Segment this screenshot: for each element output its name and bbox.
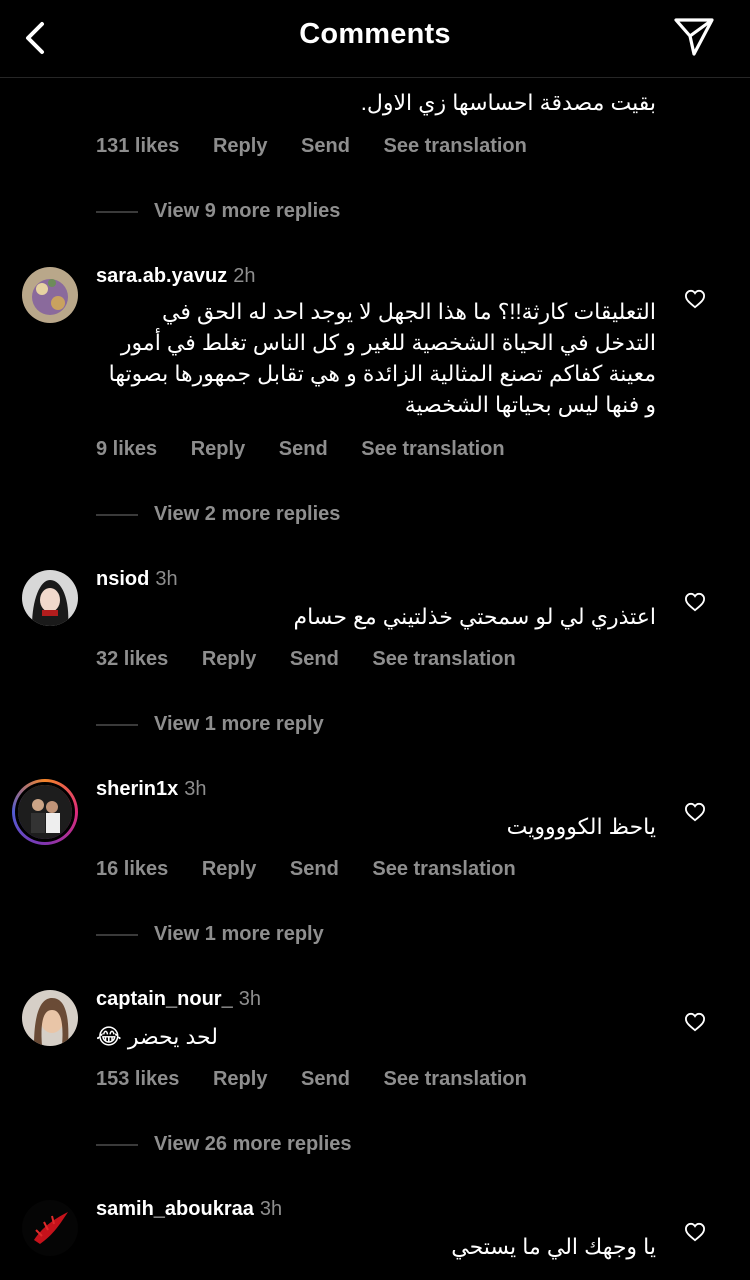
timestamp: 3h — [184, 778, 207, 800]
reply-button[interactable]: Reply — [213, 135, 267, 157]
likes-count[interactable]: 16 likes — [96, 858, 168, 880]
divider — [96, 513, 138, 516]
view-more-label: View 1 more reply — [154, 713, 324, 735]
avatar[interactable] — [22, 990, 78, 1046]
avatar — [15, 782, 75, 842]
reply-button[interactable]: Reply — [202, 648, 256, 670]
username[interactable]: samih_aboukraa — [96, 1198, 254, 1220]
timestamp: 3h — [259, 1198, 283, 1220]
see-translation-button[interactable]: See translation — [361, 438, 504, 460]
comment-actions: 16 likes Reply Send See translation — [96, 858, 544, 881]
comment-text: لحد يحضر 😂 — [96, 1024, 218, 1049]
page-title: Comments — [299, 18, 451, 50]
see-translation-button[interactable]: See translation — [383, 135, 526, 157]
avatar[interactable] — [22, 1200, 78, 1256]
divider — [96, 723, 138, 726]
timestamp: 2h — [233, 265, 256, 287]
heart-outline-icon[interactable] — [684, 802, 706, 822]
send-button[interactable]: Send — [279, 438, 328, 460]
heart-outline-icon[interactable] — [684, 592, 706, 612]
send-button[interactable]: Send — [301, 135, 350, 157]
send-button[interactable]: Send — [290, 858, 339, 880]
comment-header: sherin1x 3h — [96, 778, 207, 801]
comment-actions: 131 likes Reply Send See translation — [96, 135, 555, 158]
comment-header: sara.ab.yavuz 2h — [96, 265, 255, 288]
view-more-label: View 26 more replies — [154, 1133, 352, 1155]
comment-text: اعتذري لي لو سمحتي خذلتيني مع حسام — [293, 604, 656, 629]
likes-count[interactable]: 153 likes — [96, 1068, 179, 1090]
view-more-replies[interactable]: View 1 more reply — [96, 923, 324, 946]
view-more-replies[interactable]: View 9 more replies — [96, 200, 340, 223]
comment-header: captain_nour_ 3h — [96, 988, 261, 1011]
divider — [96, 933, 138, 936]
heart-outline-icon[interactable] — [684, 1012, 706, 1032]
username[interactable]: nsiod — [96, 568, 149, 590]
comment-text: ياحظ الكوووويت — [506, 814, 656, 839]
username[interactable]: sara.ab.yavuz — [96, 265, 227, 287]
see-translation-button[interactable]: See translation — [372, 858, 515, 880]
view-more-replies[interactable]: View 26 more replies — [96, 1133, 352, 1156]
comment-text: بقيت مصدقة احساسها زي الاول. — [360, 90, 656, 115]
send-button[interactable]: Send — [290, 648, 339, 670]
likes-count[interactable]: 131 likes — [96, 135, 179, 157]
comment-actions: 153 likes Reply Send See translation — [96, 1068, 555, 1091]
reply-button[interactable]: Reply — [202, 858, 256, 880]
username[interactable]: captain_nour_ — [96, 988, 233, 1010]
view-more-label: View 1 more reply — [154, 923, 324, 945]
see-translation-button[interactable]: See translation — [372, 648, 515, 670]
reply-button[interactable]: Reply — [191, 438, 245, 460]
top-bar: Comments — [0, 0, 750, 78]
username[interactable]: sherin1x — [96, 778, 178, 800]
avatar-story-ring[interactable] — [12, 779, 78, 845]
likes-count[interactable]: 9 likes — [96, 438, 157, 460]
timestamp: 3h — [155, 568, 178, 590]
comment-text: التعليقات كارثة!!؟ ما هذا الجهل لا يوجد … — [108, 299, 656, 417]
see-translation-button[interactable]: See translation — [383, 1068, 526, 1090]
divider — [96, 210, 138, 213]
view-more-replies[interactable]: View 2 more replies — [96, 503, 340, 526]
avatar[interactable] — [22, 267, 78, 323]
timestamp: 3h — [238, 988, 261, 1010]
likes-count[interactable]: 32 likes — [96, 648, 168, 670]
avatar[interactable] — [22, 570, 78, 626]
comment-text: يا وجهك الي ما يستحي — [451, 1234, 656, 1259]
comment-header: nsiod 3h — [96, 568, 178, 591]
reply-button[interactable]: Reply — [213, 1068, 267, 1090]
divider — [96, 1143, 138, 1146]
view-more-label: View 2 more replies — [154, 503, 341, 525]
comments-feed[interactable]: بقيت مصدقة احساسها زي الاول. 131 likes R… — [0, 0, 750, 1280]
comment-actions: 9 likes Reply Send See translation — [96, 438, 533, 461]
heart-outline-icon[interactable] — [684, 1222, 706, 1242]
paper-plane-icon[interactable] — [672, 16, 716, 58]
comment-header: samih_aboukraa 3h — [96, 1198, 282, 1221]
send-button[interactable]: Send — [301, 1068, 350, 1090]
heart-outline-icon[interactable] — [684, 289, 706, 309]
comment-actions: 32 likes Reply Send See translation — [96, 648, 544, 671]
view-more-label: View 9 more replies — [154, 200, 341, 222]
view-more-replies[interactable]: View 1 more reply — [96, 713, 324, 736]
